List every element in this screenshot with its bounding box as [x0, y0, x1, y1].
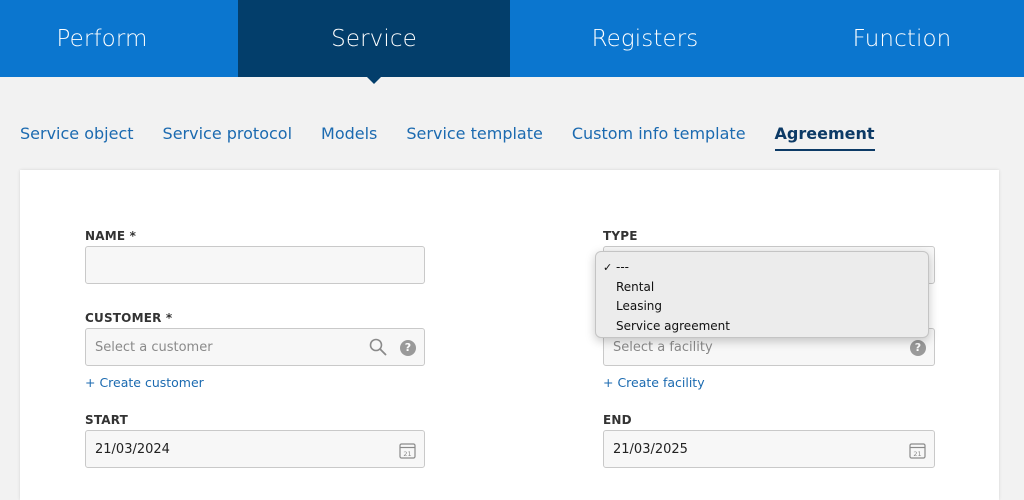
nav-tab-function[interactable]: Function: [780, 0, 1024, 77]
create-customer-link[interactable]: + Create customer: [85, 375, 204, 390]
subtab-service-template[interactable]: Service template: [406, 124, 542, 151]
create-facility-link[interactable]: + Create facility: [603, 375, 705, 390]
type-option-label: ---: [616, 260, 629, 274]
top-navigation: Perform Service Registers Function: [0, 0, 1024, 84]
nav-tab-registers[interactable]: Registers: [510, 0, 780, 77]
calendar-icon[interactable]: 21: [909, 442, 926, 459]
subtab-service-object[interactable]: Service object: [20, 124, 134, 151]
type-label: TYPE: [603, 229, 638, 243]
subtab-agreement[interactable]: Agreement: [774, 124, 875, 151]
search-icon[interactable]: [369, 338, 387, 356]
type-option-none[interactable]: ✓ ---: [596, 258, 928, 278]
type-option-service-agreement[interactable]: Service agreement: [596, 317, 928, 337]
facility-help-icon[interactable]: ?: [910, 340, 926, 356]
svg-text:21: 21: [913, 450, 921, 458]
type-option-rental[interactable]: Rental: [596, 278, 928, 298]
customer-placeholder: Select a customer: [95, 340, 213, 355]
subtab-service-protocol[interactable]: Service protocol: [163, 124, 292, 151]
end-date-value: 21/03/2025: [613, 442, 688, 457]
svg-text:21: 21: [403, 450, 411, 458]
nav-tab-service[interactable]: Service: [238, 0, 510, 84]
checkmark-icon: ✓: [603, 261, 613, 274]
start-date-input[interactable]: 21/03/2024 21: [85, 430, 425, 468]
type-option-leasing[interactable]: Leasing: [596, 297, 928, 317]
customer-help-icon[interactable]: ?: [400, 340, 416, 356]
end-date-input[interactable]: 21/03/2025 21: [603, 430, 935, 468]
nav-tab-perform[interactable]: Perform: [0, 0, 204, 77]
name-label: NAME *: [85, 229, 137, 243]
start-date-value: 21/03/2024: [95, 442, 170, 457]
facility-placeholder: Select a facility: [613, 340, 713, 355]
calendar-icon[interactable]: 21: [399, 442, 416, 459]
customer-input[interactable]: Select a customer ?: [85, 328, 425, 366]
start-label: START: [85, 413, 129, 427]
sub-tabs: Service object Service protocol Models S…: [20, 124, 904, 151]
customer-label: CUSTOMER *: [85, 311, 173, 325]
subtab-models[interactable]: Models: [321, 124, 377, 151]
name-input[interactable]: [85, 246, 425, 284]
subtab-custom-info-template[interactable]: Custom info template: [572, 124, 746, 151]
type-dropdown-menu: ✓ --- Rental Leasing Service agreement: [595, 251, 929, 338]
end-label: END: [603, 413, 632, 427]
